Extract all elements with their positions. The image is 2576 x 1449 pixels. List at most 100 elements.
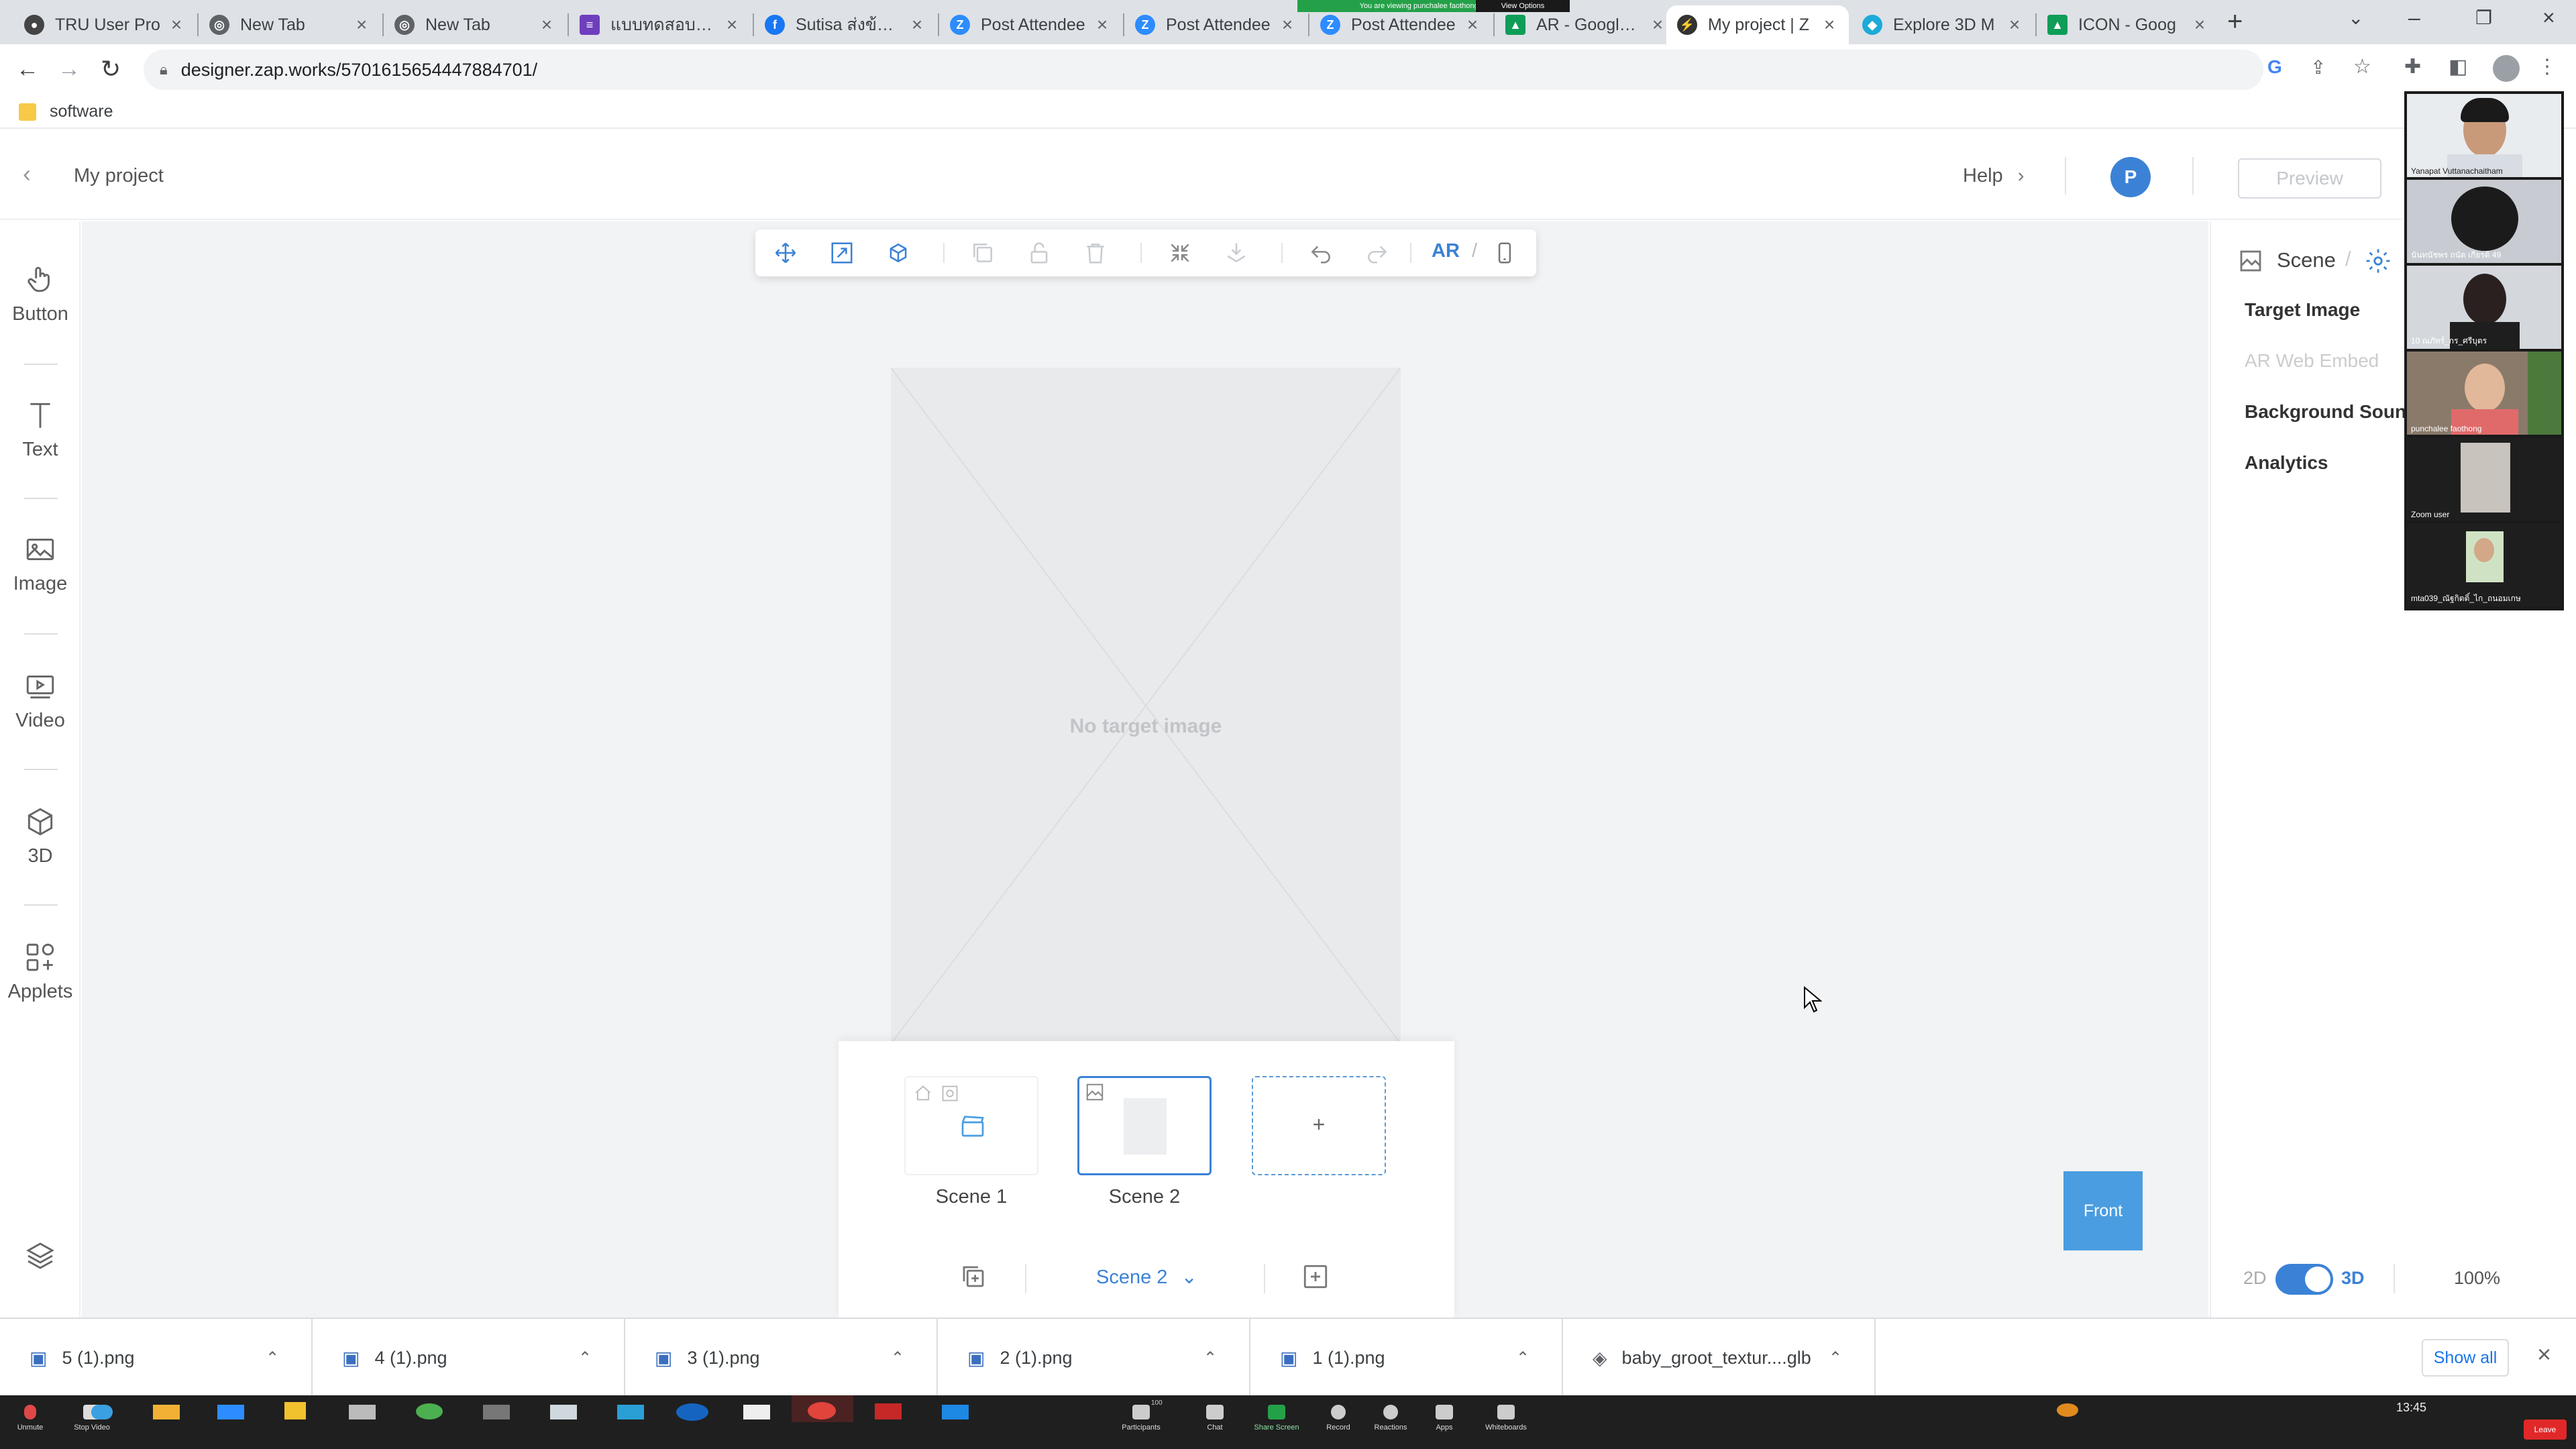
collapse-icon[interactable] [1167, 240, 1193, 266]
chevron-up-icon[interactable]: ⌃ [578, 1348, 597, 1368]
close-icon[interactable]: × [2191, 14, 2208, 36]
close-icon[interactable]: × [2006, 14, 2023, 36]
duplicate-scene-icon[interactable] [959, 1263, 987, 1291]
download-item[interactable]: ◈ baby_groot_textur....glb ⌃ [1563, 1319, 1876, 1397]
analytics-item[interactable]: Analytics [2245, 452, 2328, 474]
new-tab-button[interactable]: + [2227, 7, 2243, 37]
add-scene-icon[interactable] [1301, 1263, 1330, 1291]
browser-tab[interactable]: ▲ ICON - Goog × [2037, 5, 2219, 44]
tool-text[interactable]: Text [0, 398, 80, 461]
browser-tab-active[interactable]: ⚡ My project | Z × [1666, 5, 1849, 44]
move-icon[interactable] [773, 240, 798, 266]
forward-icon[interactable]: → [58, 56, 80, 83]
redo-icon[interactable] [1364, 240, 1390, 266]
view-toggle-switch[interactable] [2275, 1264, 2333, 1295]
side-panel-icon[interactable]: ◧ [2449, 55, 2467, 78]
reload-icon[interactable]: ↻ [101, 55, 121, 83]
share-icon[interactable]: ⇪ [2310, 56, 2326, 78]
duplicate-icon[interactable] [970, 240, 996, 266]
download-item[interactable]: ▣ 5 (1).png ⌃ [0, 1319, 313, 1397]
close-icon[interactable]: × [1093, 14, 1111, 36]
share-screen-button[interactable]: Share Screen [1246, 1405, 1307, 1432]
rotate-icon[interactable] [885, 240, 911, 266]
browser-tab[interactable]: ◎ New Tab × [199, 5, 381, 44]
scale-icon[interactable] [829, 240, 855, 266]
close-icon[interactable]: × [1649, 14, 1666, 36]
minimize-icon[interactable]: – [2408, 5, 2420, 30]
show-all-button[interactable]: Show all [2422, 1339, 2509, 1377]
bookmark-software[interactable]: software [50, 102, 113, 121]
restore-icon[interactable]: ❐ [2475, 7, 2492, 29]
browser-tab[interactable]: ≡ แบบทดสอบหลัง × [569, 5, 751, 44]
extensions-icon[interactable]: ✚ [2404, 55, 2421, 78]
layers-icon[interactable] [24, 1240, 56, 1272]
trash-icon[interactable] [1083, 240, 1108, 266]
phone-view-icon[interactable] [1492, 240, 1517, 266]
video-tile[interactable]: Zoom user [2407, 437, 2561, 521]
project-title[interactable]: My project [74, 165, 164, 187]
menu-icon[interactable]: ⋮ [2537, 55, 2557, 78]
scene-thumbnail-2[interactable] [1077, 1076, 1212, 1175]
anchor-icon[interactable] [1224, 240, 1249, 266]
download-item[interactable]: ▣ 3 (1).png ⌃ [625, 1319, 938, 1397]
record-button[interactable]: Record [1308, 1405, 1368, 1432]
back-chevron-icon[interactable]: ‹ [23, 160, 31, 188]
chat-button[interactable]: Chat [1185, 1405, 1245, 1432]
back-icon[interactable]: ← [16, 56, 39, 83]
background-sound-item[interactable]: Background Sound [2245, 401, 2418, 423]
address-bar[interactable]: 🔒︎ designer.zap.works/570161565444788470… [144, 50, 2263, 90]
browser-tab[interactable]: f Sutisa ส่งข้อความ × [754, 5, 936, 44]
close-icon[interactable]: × [1464, 14, 1481, 36]
close-icon[interactable]: × [908, 14, 926, 36]
chevron-up-icon[interactable]: ⌃ [1829, 1348, 1847, 1368]
avatar[interactable]: P [2110, 157, 2151, 197]
chevron-up-icon[interactable]: ⌃ [1516, 1348, 1535, 1368]
browser-tab[interactable]: ● TRU User Pro × [13, 5, 196, 44]
tab-search-icon[interactable]: ⌄ [2348, 7, 2363, 29]
close-icon[interactable]: × [723, 14, 741, 36]
tool-3d[interactable]: 3D [0, 805, 80, 867]
close-icon[interactable]: × [353, 14, 370, 36]
tool-image[interactable]: Image [0, 533, 80, 595]
add-scene-button[interactable]: + [1252, 1076, 1386, 1175]
scene-viewport[interactable]: No target image [891, 368, 1401, 1044]
undo-icon[interactable] [1308, 240, 1334, 266]
tool-video[interactable]: Video [0, 669, 80, 732]
target-image-item[interactable]: Target Image [2245, 299, 2360, 321]
chevron-up-icon[interactable]: ⌃ [891, 1348, 910, 1368]
video-tile[interactable]: Yanapat Vuttanachaitham [2407, 94, 2561, 177]
reactions-button[interactable]: Reactions [1360, 1405, 1421, 1432]
scene-selector[interactable]: Scene 2 ⌄ [1096, 1265, 1197, 1289]
unmute-button[interactable]: Unmute [0, 1405, 60, 1432]
video-tile[interactable]: mta039_ณัฐกิตติ์_ไก_ถนอมเกษ [2407, 523, 2561, 606]
close-icon[interactable]: × [1279, 14, 1296, 36]
scene-thumbnail-1[interactable] [904, 1076, 1038, 1175]
help-link[interactable]: Help › [1963, 165, 2024, 187]
close-icon[interactable]: × [168, 14, 185, 36]
tool-button[interactable]: Button [0, 263, 80, 325]
preview-button[interactable]: Preview [2238, 158, 2381, 199]
gear-icon[interactable] [2364, 247, 2392, 275]
ar-mode-toggle[interactable]: AR / [1432, 240, 1477, 262]
leave-button[interactable]: Leave [2524, 1419, 2567, 1440]
browser-tab[interactable]: ◆ Explore 3D M × [1851, 5, 2034, 44]
browser-tab[interactable]: ◎ New Tab × [384, 5, 566, 44]
download-item[interactable]: ▣ 2 (1).png ⌃ [938, 1319, 1250, 1397]
front-view-button[interactable]: Front [2063, 1171, 2143, 1250]
bookmark-star-icon[interactable]: ☆ [2353, 55, 2371, 78]
download-item[interactable]: ▣ 4 (1).png ⌃ [313, 1319, 625, 1397]
browser-tab[interactable]: Z Post Attendee × [1124, 5, 1307, 44]
participants-button[interactable]: Participants [1111, 1405, 1171, 1432]
close-window-icon[interactable]: × [2542, 5, 2555, 30]
close-shelf-icon[interactable]: × [2537, 1340, 2551, 1368]
lock-open-icon[interactable] [1026, 240, 1052, 266]
close-icon[interactable]: × [538, 14, 555, 36]
apps-button[interactable]: Apps [1414, 1405, 1474, 1432]
video-tile[interactable]: 10 ณภัทร์_กร_ศรีบุตร [2407, 266, 2561, 349]
browser-tab[interactable]: Z Post Attendee × [939, 5, 1122, 44]
whiteboards-button[interactable]: Whiteboards [1476, 1405, 1536, 1432]
chevron-up-icon[interactable]: ⌃ [266, 1348, 284, 1368]
google-icon[interactable]: G [2267, 56, 2282, 78]
view-options-button[interactable]: View Options [1476, 0, 1570, 12]
video-tile[interactable]: นันทนัชพร ถนัด เกียรติ 49 [2407, 180, 2561, 263]
